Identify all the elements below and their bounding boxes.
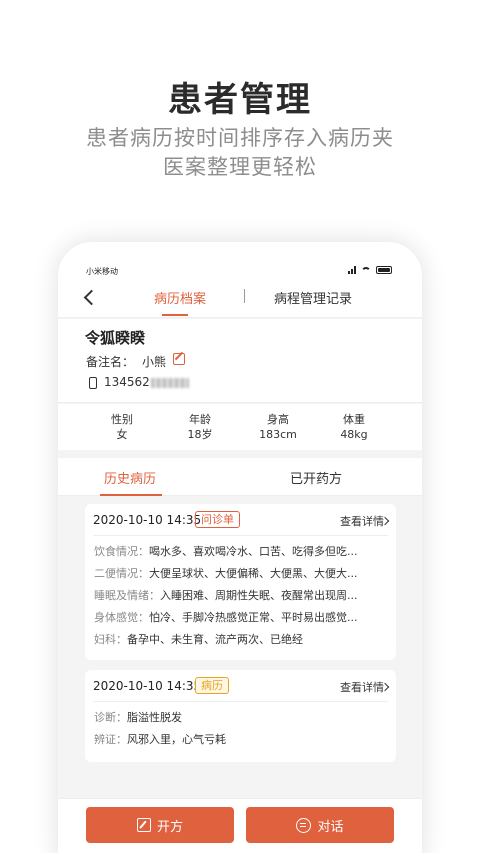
record-row: 辨证：风邪入里，心气亏耗 xyxy=(94,729,388,751)
chat-icon xyxy=(296,817,312,833)
stat-label: 性别 xyxy=(111,413,133,426)
record-row: 饮食情况：喝水多、喜欢喝冷水、口苦、吃得多但吃... xyxy=(94,541,388,563)
record-row: 妇科：备孕中、未生育、流产两次、已绝经 xyxy=(94,629,388,651)
back-icon[interactable] xyxy=(83,289,100,306)
carrier-label: 小米移动 xyxy=(86,267,118,276)
nav-bar: 病历档案 病程管理记录 xyxy=(58,278,422,318)
prescription-icon xyxy=(136,818,151,832)
stat-value: 女 xyxy=(116,428,128,441)
screen: 患者管理 患者病历按时间排序存入病历夹 医案整理更轻松 小米移动 病历档案 病程… xyxy=(0,0,480,853)
row-key: 诊断： xyxy=(94,711,127,724)
bottom-action-bar: 开方 对话 xyxy=(58,798,422,853)
stat-height: 身高 183cm xyxy=(248,412,308,442)
row-key: 二便情况： xyxy=(94,567,149,580)
tab-course-records[interactable]: 病程管理记录 xyxy=(274,288,352,307)
status-icons xyxy=(348,266,392,274)
remark-value: 小熊 xyxy=(142,355,167,369)
patient-phone-digits: 134562 xyxy=(104,375,150,389)
row-value: 大便呈球状、大便偏稀、大便黑、大便大... xyxy=(149,567,358,580)
row-key: 辨证： xyxy=(94,733,127,746)
row-key: 睡眠及情绪： xyxy=(94,589,160,602)
record-rows: 诊断：脂溢性脱发 辨证：风邪入里，心气亏耗 xyxy=(94,707,388,751)
chat-button[interactable]: 对话 xyxy=(246,807,394,843)
status-bar: 小米移动 xyxy=(58,242,422,278)
patient-stats: 性别 女 年龄 18岁 身高 183cm 体重 48kg xyxy=(58,404,422,450)
tab-history-records[interactable]: 历史病历 xyxy=(100,468,160,487)
prescribe-button[interactable]: 开方 xyxy=(86,807,234,843)
stat-value: 183cm xyxy=(259,428,297,441)
tab-active-indicator xyxy=(162,314,188,316)
record-row: 身体感觉：怕冷、手脚冷热感觉正常、平时易出感觉... xyxy=(94,607,388,629)
prescribe-label: 开方 xyxy=(156,819,183,835)
record-card[interactable]: 2020-10-10 14:35 问诊单 查看详情 饮食情况：喝水多、喜欢喝冷水… xyxy=(85,504,396,660)
stat-age: 年龄 18岁 xyxy=(170,412,230,442)
row-key: 饮食情况： xyxy=(94,545,149,558)
hero-subtitle: 患者病历按时间排序存入病历夹 医案整理更轻松 xyxy=(0,124,480,182)
row-value: 脂溢性脱发 xyxy=(127,711,182,724)
chat-label: 对话 xyxy=(317,819,344,835)
phone-icon xyxy=(89,377,97,389)
row-value: 备孕中、未生育、流产两次、已绝经 xyxy=(127,633,303,646)
view-details-link[interactable]: 查看详情 xyxy=(340,679,384,695)
phone-frame: 小米移动 病历档案 病程管理记录 令狐睽睽 备注名： 小熊 134562 性别 … xyxy=(58,242,422,853)
remark-label: 备注名： xyxy=(86,355,135,369)
tab-divider xyxy=(244,289,245,303)
tab-prescriptions[interactable]: 已开药方 xyxy=(290,468,342,487)
stat-value: 18岁 xyxy=(187,428,213,441)
record-row: 睡眠及情绪：入睡困难、周期性失眠、夜醒常出现周... xyxy=(94,585,388,607)
row-key: 妇科： xyxy=(94,633,127,646)
row-value: 入睡困难、周期性失眠、夜醒常出现周... xyxy=(160,589,358,602)
view-details-link[interactable]: 查看详情 xyxy=(340,513,384,529)
row-value: 风邪入里，心气亏耗 xyxy=(127,733,226,746)
record-type-badge: 问诊单 xyxy=(195,511,240,528)
hero-subtitle-line2: 医案整理更轻松 xyxy=(163,155,317,179)
record-datetime: 2020-10-10 14:35 xyxy=(93,679,202,693)
phone-blur-mask xyxy=(150,377,189,388)
stat-label: 年龄 xyxy=(189,413,211,426)
row-key: 身体感觉： xyxy=(94,611,149,624)
signal-icon xyxy=(348,266,356,274)
stat-gender: 性别 女 xyxy=(92,412,152,442)
card-divider xyxy=(93,701,388,702)
tab-active-indicator xyxy=(100,494,162,496)
wifi-icon xyxy=(361,266,371,274)
hero-title: 患者管理 xyxy=(168,80,312,120)
record-row: 诊断：脂溢性脱发 xyxy=(94,707,388,729)
stat-value: 48kg xyxy=(340,428,368,441)
edit-icon[interactable] xyxy=(173,353,185,365)
record-row: 二便情况：大便呈球状、大便偏稀、大便黑、大便大... xyxy=(94,563,388,585)
card-divider xyxy=(93,535,388,536)
hero-subtitle-line1: 患者病历按时间排序存入病历夹 xyxy=(86,126,394,150)
record-card[interactable]: 2020-10-10 14:35 病历 查看详情 诊断：脂溢性脱发 辨证：风邪入… xyxy=(85,670,396,762)
tab-medical-records[interactable]: 病历档案 xyxy=(154,288,206,307)
patient-phone: 134562 xyxy=(104,375,189,389)
record-type-badge: 病历 xyxy=(195,677,229,694)
record-rows: 饮食情况：喝水多、喜欢喝冷水、口苦、吃得多但吃... 二便情况：大便呈球状、大便… xyxy=(94,541,388,651)
stat-label: 身高 xyxy=(267,413,289,426)
record-datetime: 2020-10-10 14:35 xyxy=(93,513,202,527)
patient-info: 令狐睽睽 备注名： 小熊 134562 xyxy=(58,319,422,403)
patient-name: 令狐睽睽 xyxy=(85,329,146,347)
stat-label: 体重 xyxy=(343,413,365,426)
battery-icon xyxy=(376,266,392,274)
record-tabs: 历史病历 已开药方 xyxy=(58,458,422,496)
row-value: 怕冷、手脚冷热感觉正常、平时易出感觉... xyxy=(149,611,358,624)
stat-weight: 体重 48kg xyxy=(324,412,384,442)
row-value: 喝水多、喜欢喝冷水、口苦、吃得多但吃... xyxy=(149,545,358,558)
